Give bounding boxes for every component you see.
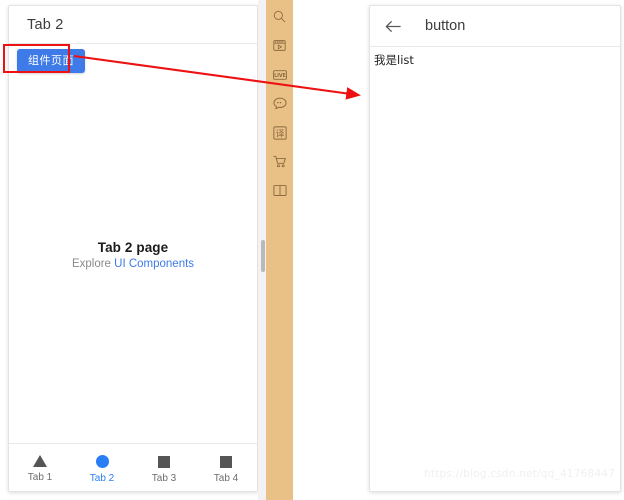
ui-components-link[interactable]: UI Components bbox=[114, 258, 194, 270]
sidebar-item-cart[interactable] bbox=[266, 147, 293, 176]
component-page-button[interactable]: 组件页面 bbox=[17, 49, 85, 73]
left-phone-panel: Tab 2 组件页面 Tab 2 page Explore UI Compone… bbox=[8, 5, 258, 492]
page-center-block: Tab 2 page Explore UI Components bbox=[9, 240, 257, 270]
page-title: Tab 2 page bbox=[97, 240, 169, 255]
watermark-text: https://blog.csdn.net/qq_41768447 bbox=[424, 468, 615, 480]
tab-item-3[interactable]: Tab 3 bbox=[133, 444, 195, 491]
right-phone-panel: button 我是list https://blog.csdn.net/qq_4… bbox=[369, 5, 621, 492]
tab-label-3: Tab 3 bbox=[151, 472, 177, 484]
orange-sidebar-strip: LIVE 译 bbox=[258, 0, 293, 500]
tab-label-2: Tab 2 bbox=[89, 472, 115, 484]
sidebar-item-video[interactable] bbox=[266, 31, 293, 60]
tab-item-4[interactable]: Tab 4 bbox=[195, 444, 257, 491]
left-panel-body: 组件页面 Tab 2 page Explore UI Components bbox=[9, 44, 257, 458]
left-panel-title: Tab 2 bbox=[27, 16, 64, 33]
translate-icon: 译 bbox=[272, 125, 287, 140]
tab-item-2[interactable]: Tab 2 bbox=[71, 444, 133, 491]
video-icon bbox=[273, 39, 286, 52]
sidebar-item-search[interactable] bbox=[266, 2, 293, 31]
live-icon: LIVE bbox=[272, 69, 287, 81]
sidebar-item-live[interactable]: LIVE bbox=[266, 60, 293, 89]
component-button-wrap: 组件页面 bbox=[17, 49, 85, 73]
tab-item-1[interactable]: Tab 1 bbox=[9, 444, 71, 491]
shopping-cart-icon bbox=[272, 155, 287, 168]
list-item: 我是list bbox=[374, 53, 414, 67]
page-subtitle-prefix: Explore bbox=[71, 258, 115, 270]
screenshot-root: Tab 2 组件页面 Tab 2 page Explore UI Compone… bbox=[0, 0, 624, 500]
circle-icon bbox=[95, 454, 109, 468]
sidebar-item-chat[interactable] bbox=[266, 89, 293, 118]
right-panel-title: button bbox=[425, 18, 466, 34]
bottom-tab-bar: Tab 1 Tab 2 Tab 3 Tab 4 bbox=[9, 443, 257, 491]
search-icon bbox=[273, 10, 286, 23]
sidebar-icon-list: LIVE 译 bbox=[266, 0, 293, 205]
page-scrollbar-thumb[interactable] bbox=[261, 240, 265, 272]
sidebar-item-translate[interactable]: 译 bbox=[266, 118, 293, 147]
square-icon bbox=[220, 455, 232, 468]
chat-bubble-icon bbox=[272, 97, 287, 110]
square-icon bbox=[158, 455, 170, 468]
left-panel-header: Tab 2 bbox=[9, 6, 257, 44]
tab-label-4: Tab 4 bbox=[213, 472, 239, 484]
tab-label-1: Tab 1 bbox=[27, 472, 53, 483]
svg-text:LIVE: LIVE bbox=[274, 73, 286, 79]
triangle-icon bbox=[33, 455, 47, 467]
page-subtitle: Explore UI Components bbox=[9, 258, 257, 270]
right-panel-body: 我是list bbox=[370, 47, 620, 491]
back-arrow-icon[interactable] bbox=[383, 16, 403, 36]
svg-text:译: 译 bbox=[275, 128, 284, 139]
right-panel-header: button bbox=[370, 6, 620, 47]
book-icon bbox=[272, 184, 287, 197]
sidebar-item-book[interactable] bbox=[266, 176, 293, 205]
